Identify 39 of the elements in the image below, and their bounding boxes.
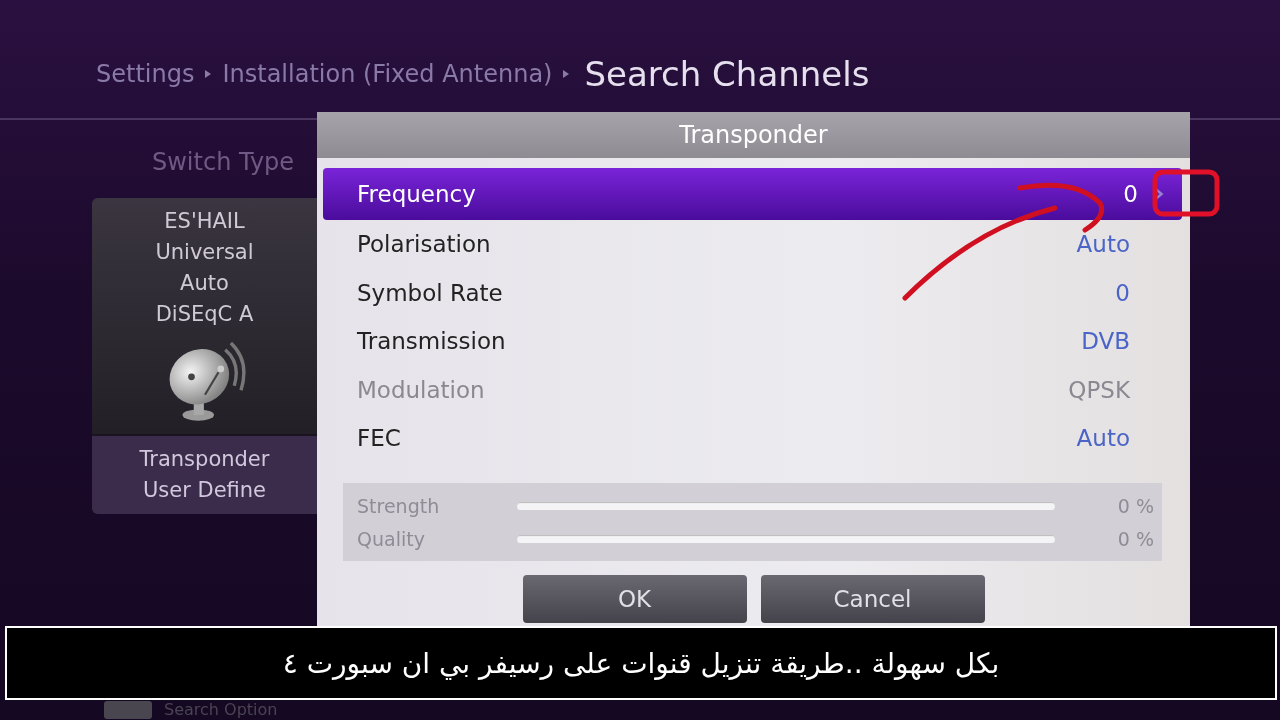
switch-type-label: Switch Type xyxy=(152,148,296,176)
transponder-info: Transponder xyxy=(139,446,270,473)
triangle-separator-icon xyxy=(204,69,213,79)
breadcrumb-item: Installation (Fixed Antenna) xyxy=(222,60,553,88)
breadcrumb-item: Settings xyxy=(96,60,195,88)
triangle-separator-icon xyxy=(562,69,571,79)
satellite-info: DiSEqC A xyxy=(155,301,254,328)
satellite-info: Auto xyxy=(180,270,229,297)
key-icon xyxy=(104,700,152,719)
caption-text: بكل سهولة ..طريقة تنزيل قنوات على رسيفر بي ان سبورت ٤ xyxy=(282,646,1000,680)
hint-text: Search Option xyxy=(164,700,278,719)
dialog-button[interactable]: OK xyxy=(522,574,747,623)
satellite-info: Universal xyxy=(155,239,254,266)
meter-reading: 0 % xyxy=(1116,495,1154,517)
setting-row[interactable]: Frequency 0 xyxy=(323,168,1182,220)
setting-value: QPSK xyxy=(1068,376,1130,403)
setting-row[interactable]: Transmission DVB xyxy=(323,317,1182,366)
setting-value: DVB xyxy=(1081,328,1130,355)
setting-label: Polarisation xyxy=(357,231,492,258)
dialog-title: Transponder xyxy=(317,112,1190,158)
setting-value: 0 xyxy=(1123,181,1138,207)
setting-label: Transmission xyxy=(357,328,507,355)
setting-label: Frequency xyxy=(357,181,477,207)
setting-row[interactable]: Polarisation Auto xyxy=(323,220,1182,269)
setting-label: Symbol Rate xyxy=(357,279,504,306)
transponder-info: User Define xyxy=(142,477,267,504)
meter-label: Quality xyxy=(357,528,426,550)
setting-value: Auto xyxy=(1076,425,1130,452)
setting-value: 0 xyxy=(1115,279,1130,306)
meter-reading: 0 % xyxy=(1116,528,1154,550)
meter-label: Strength xyxy=(357,495,441,517)
setting-label: FEC xyxy=(357,425,402,452)
page-title: Search Channels xyxy=(584,54,870,94)
satellite-info: ES'HAIL xyxy=(164,208,245,235)
setting-row[interactable]: Symbol Rate 0 xyxy=(323,268,1182,317)
dialog-button[interactable]: Cancel xyxy=(760,574,985,623)
setting-label: Modulation xyxy=(357,376,486,403)
setting-value: Auto xyxy=(1076,231,1130,258)
setting-row[interactable]: FEC Auto xyxy=(323,414,1182,463)
